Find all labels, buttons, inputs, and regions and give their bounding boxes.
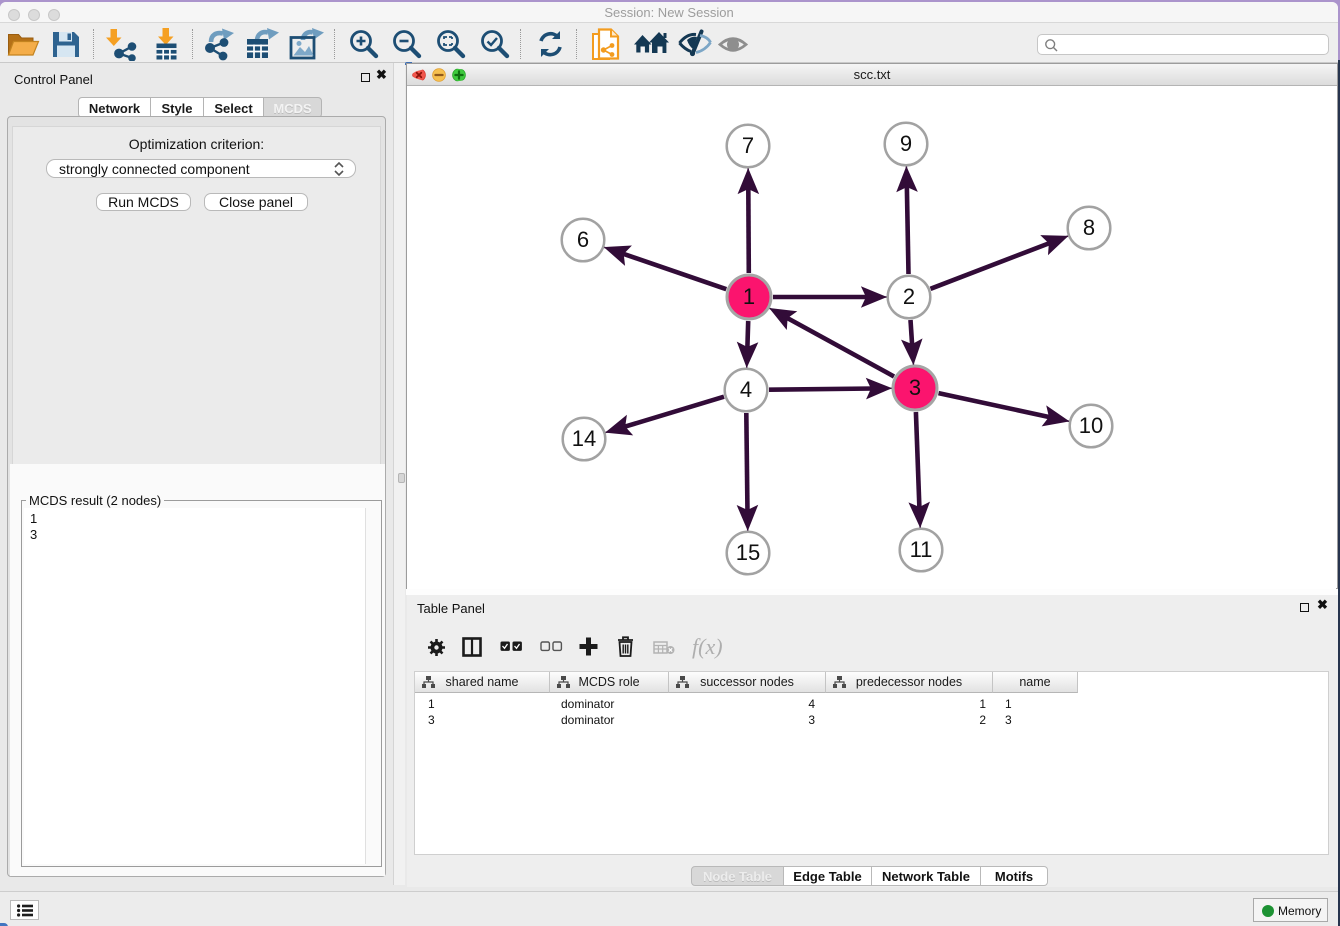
svg-text:6: 6: [577, 227, 589, 252]
svg-text:9: 9: [900, 131, 912, 156]
svg-text:15: 15: [736, 540, 760, 565]
svg-text:7: 7: [742, 133, 754, 158]
svg-text:4: 4: [740, 377, 752, 402]
svg-text:2: 2: [903, 284, 915, 309]
svg-text:8: 8: [1083, 215, 1095, 240]
svg-text:10: 10: [1079, 413, 1103, 438]
svg-text:3: 3: [909, 375, 921, 400]
svg-text:1: 1: [743, 284, 755, 309]
svg-text:11: 11: [910, 537, 933, 562]
svg-text:14: 14: [572, 426, 596, 451]
